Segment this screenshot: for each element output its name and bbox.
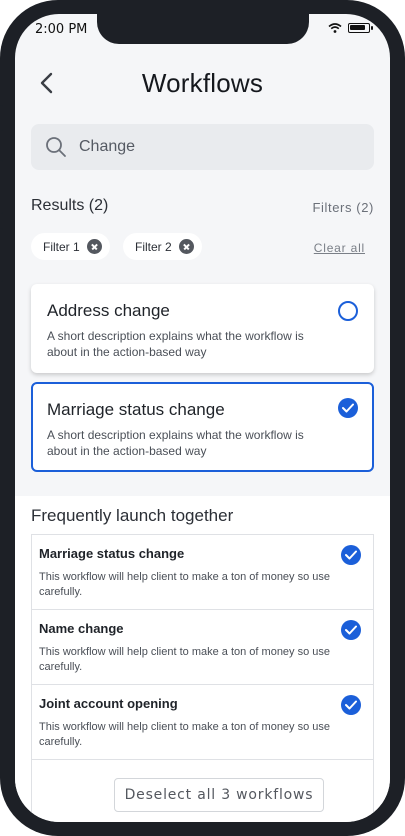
together-item-joint-account-opening[interactable]: Joint account opening This workflow will… [32, 685, 373, 760]
item-description: This workflow will help client to make a… [39, 646, 331, 673]
frequently-launch-together-section: Frequently launch together Marriage stat… [15, 496, 390, 822]
together-item-marriage-status-change[interactable]: Marriage status change This workflow wil… [32, 535, 373, 610]
results-count: Results (2) [31, 197, 109, 214]
page-title: Workflows [141, 68, 264, 98]
remove-filter-icon[interactable] [86, 239, 102, 254]
together-item-name-change[interactable]: Name change This workflow will help clie… [32, 610, 373, 685]
notch [97, 14, 309, 44]
filter-chip-label: Filter 2 [135, 239, 172, 254]
item-title: Marriage status change [39, 546, 185, 561]
filter-chip-1[interactable]: Filter 1 [31, 233, 110, 260]
filters-button[interactable]: Filters (2) [313, 200, 375, 215]
search-icon [46, 137, 66, 157]
checkmark-icon[interactable] [341, 620, 361, 640]
wifi-icon [328, 23, 342, 33]
card-description: A short description explains what the wo… [47, 329, 304, 359]
item-title: Name change [39, 621, 124, 636]
status-time: 2:00 PM [35, 22, 88, 37]
side-button-volume-up [0, 160, 3, 214]
filter-chip-label: Filter 1 [43, 239, 80, 254]
header: Workflows [15, 60, 390, 106]
result-card-address-change[interactable]: Address change A short description expla… [31, 284, 374, 373]
side-button-mute [0, 105, 3, 131]
filter-chip-2[interactable]: Filter 2 [123, 233, 202, 260]
card-title: Address change [47, 301, 170, 320]
card-title: Marriage status change [47, 400, 225, 419]
battery-icon [348, 23, 373, 33]
item-description: This workflow will help client to make a… [39, 571, 331, 598]
checkmark-icon[interactable] [341, 545, 361, 565]
item-title: Joint account opening [39, 696, 178, 711]
result-card-marriage-status-change[interactable]: Marriage status change A short descripti… [31, 382, 374, 472]
side-button-volume-down [0, 228, 3, 282]
search-value: Change [79, 138, 136, 155]
deselect-all-button[interactable]: Deselect all 3 workflows [114, 778, 324, 812]
search-input[interactable]: Change [31, 124, 374, 170]
remove-filter-icon[interactable] [178, 239, 194, 254]
clear-all-link[interactable]: Clear all [314, 241, 365, 255]
filter-chips: Filter 1 Filter 2 Clear all [31, 233, 374, 261]
results-row: Results (2) Filters (2) [31, 197, 374, 219]
checkmark-icon[interactable] [341, 695, 361, 715]
together-list: Marriage status change This workflow wil… [31, 534, 374, 822]
unselected-radio-icon[interactable] [338, 301, 358, 321]
screen: 2:00 PM Workflows Change Results (2) Fil… [15, 14, 390, 822]
section-title: Frequently launch together [31, 506, 234, 525]
card-description: A short description explains what the wo… [47, 428, 304, 458]
status-icons [328, 23, 373, 33]
checkmark-icon[interactable] [338, 398, 358, 418]
item-description: This workflow will help client to make a… [39, 721, 331, 748]
